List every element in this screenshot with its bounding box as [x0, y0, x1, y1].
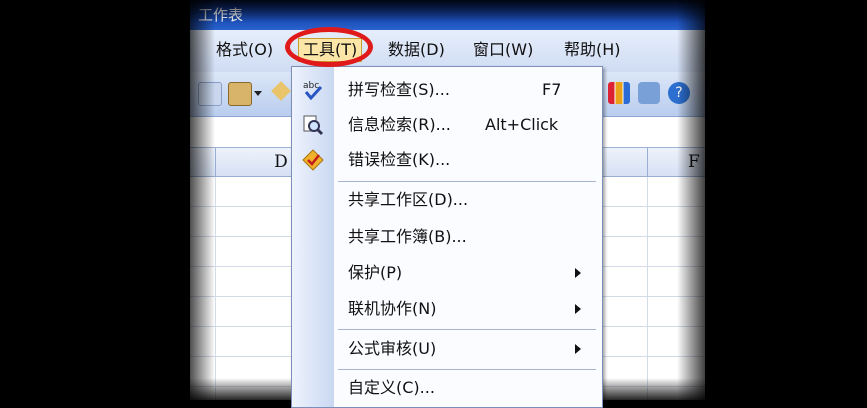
menu-item-research[interactable]: 信息检索(R)... Alt+Click	[292, 108, 602, 142]
menu-separator	[338, 369, 596, 370]
error-check-icon	[302, 149, 324, 171]
grid-line	[215, 177, 216, 400]
tools-menu-dropdown: abc 拼写检查(S)... F7 信息检索(R)... Alt+Click 错…	[291, 66, 603, 408]
help-icon[interactable]: ?	[668, 82, 690, 104]
chart-wizard-icon[interactable]	[608, 82, 630, 104]
menu-item-shared-workspace[interactable]: 共享工作区(D)...	[292, 183, 602, 217]
grid-line	[647, 177, 648, 400]
menu-item-label: 错误检查(K)...	[348, 150, 451, 169]
menu-item-label: 公式审核(U)	[348, 339, 437, 358]
menu-item-share-workbook[interactable]: 共享工作簿(B)...	[292, 220, 602, 254]
menu-item-label: 信息检索(R)...	[348, 115, 451, 134]
submenu-arrow-icon	[575, 268, 581, 278]
submenu-arrow-icon	[575, 304, 581, 314]
menu-item-online-collaboration[interactable]: 联机协作(N)	[292, 292, 602, 326]
column-header-f[interactable]: F	[648, 148, 705, 176]
menu-item-label: 保护(P)	[348, 263, 403, 282]
menu-item-label: 拼写检查(S)...	[348, 80, 450, 99]
menu-window[interactable]: 窗口(W)	[469, 38, 537, 62]
menu-item-label: 共享工作簿(B)...	[348, 227, 467, 246]
spell-check-icon: abc	[303, 81, 323, 101]
paste-dropdown-icon[interactable]	[254, 91, 262, 96]
column-header-c[interactable]	[190, 148, 216, 176]
menu-item-formula-auditing[interactable]: 公式审核(U)	[292, 332, 602, 366]
menu-help[interactable]: 帮助(H)	[560, 38, 625, 62]
menu-format[interactable]: 格式(O)	[212, 38, 277, 62]
menu-item-spell-check[interactable]: abc 拼写检查(S)... F7	[292, 73, 602, 107]
window-title: 工作表	[198, 6, 244, 24]
paste-icon[interactable]	[228, 82, 252, 106]
menu-item-error-check[interactable]: 错误检查(K)...	[292, 143, 602, 177]
menu-item-shortcut: Alt+Click	[485, 115, 559, 134]
drawing-icon[interactable]	[638, 82, 660, 104]
menu-tools[interactable]: 工具(T)	[298, 38, 363, 62]
menu-item-label: 共享工作区(D)...	[348, 190, 469, 209]
menu-item-protection[interactable]: 保护(P)	[292, 256, 602, 290]
copy-icon[interactable]	[198, 82, 222, 106]
title-bar: 工作表	[190, 0, 705, 30]
format-painter-icon[interactable]	[271, 81, 291, 101]
menu-separator	[338, 181, 596, 182]
research-icon	[303, 115, 324, 136]
submenu-arrow-icon	[575, 344, 581, 354]
menu-separator	[338, 329, 596, 330]
menu-data[interactable]: 数据(D)	[384, 38, 449, 62]
menu-item-label: 联机协作(N)	[348, 299, 437, 318]
menu-item-shortcut: F7	[542, 80, 562, 99]
